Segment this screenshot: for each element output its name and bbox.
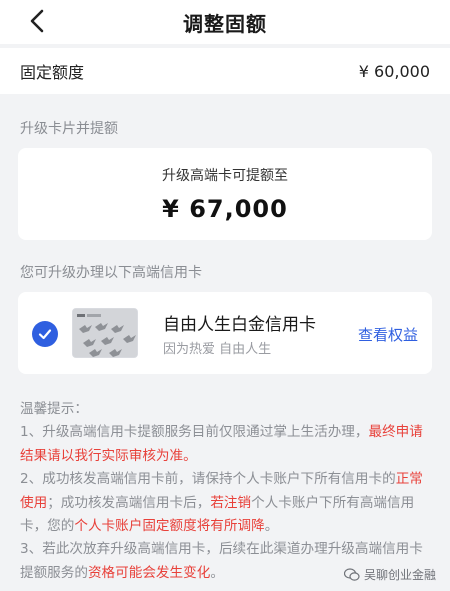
tip-3-highlight: 资格可能会发生变化 (87, 564, 211, 581)
fixed-amount-label: 固定额度 (20, 63, 85, 82)
back-button[interactable] (22, 6, 52, 36)
card-name: 自由人生白金信用卡 (163, 315, 316, 335)
tip-2-highlight-cancel: 若注销 (210, 494, 252, 511)
fixed-amount-value: ¥ 60,000 (358, 61, 430, 81)
check-icon (38, 329, 52, 340)
tip-2-text-b: ；成功核发高端信用卡后， (47, 494, 211, 511)
page-title: 调整固额 (183, 11, 267, 36)
tips-title: 温馨提示： (20, 401, 88, 417)
selected-checkbox[interactable] (32, 321, 58, 347)
card-slogan: 因为热爱 自由人生 (163, 342, 272, 357)
view-benefits-link[interactable]: 查看权益 (358, 324, 418, 345)
upgrade-amount-value: ¥ 67,000 (162, 195, 288, 223)
watermark-text: 吴聊创业金融 (363, 568, 436, 582)
tips-section: 温馨提示： 1、升级高端信用卡提额服务目前仅限通过掌上生活办理，最终申请结果请以… (20, 398, 434, 585)
wechat-icon (343, 567, 360, 581)
upgrade-amount-caption: 升级高端卡可提额至 (162, 168, 288, 184)
tip-1-text: 1、升级高端信用卡提额服务目前仅限通过掌上生活办理， (20, 424, 369, 441)
fixed-amount-row: 固定额度 ¥ 60,000 (0, 48, 450, 94)
tip-2-highlight-limit: 个人卡账户固定额度将有所调降 (74, 518, 265, 535)
tip-2-text-d: 。 (264, 518, 279, 535)
upgrade-amount-card: 升级高端卡可提额至 ¥ 67,000 (18, 148, 432, 240)
credit-card-option[interactable]: 自由人生白金信用卡 因为热爱 自由人生 查看权益 (18, 292, 432, 374)
watermark: 吴聊创业金融 (343, 566, 436, 583)
tip-2-text: 2、成功核发高端信用卡前，请保持个人卡账户下所有信用卡的 (20, 471, 396, 488)
top-nav-bar: 调整固额 (0, 0, 450, 44)
chevron-left-icon (30, 9, 44, 33)
upgrade-section-title: 升级卡片并提额 (20, 121, 118, 137)
credit-card-image (72, 308, 138, 358)
tip-3-text-b: 。 (210, 564, 224, 581)
cards-section-title: 您可升级办理以下高端信用卡 (20, 265, 202, 281)
